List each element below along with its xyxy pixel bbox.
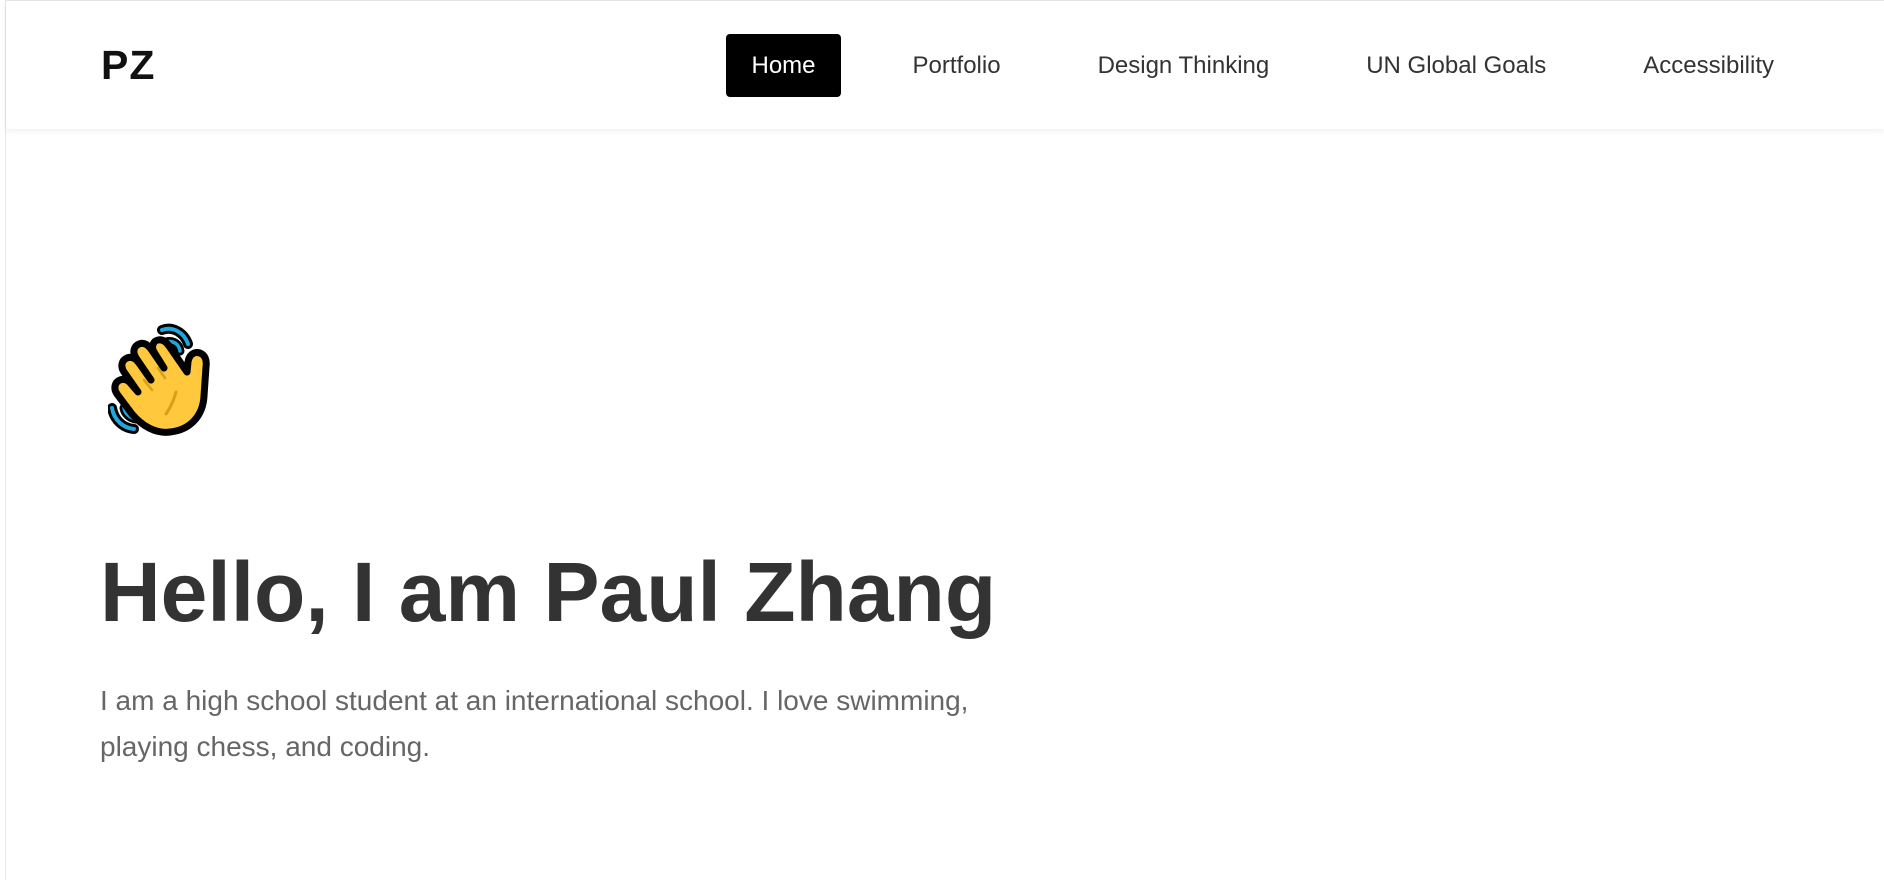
window-left-border (5, 0, 6, 880)
nav-un-global-goals-link[interactable]: UN Global Goals (1341, 34, 1571, 97)
hero-title: Hello, I am Paul Zhang (100, 545, 997, 639)
nav-portfolio-link[interactable]: Portfolio (888, 34, 1026, 97)
top-navbar: PZ Home Portfolio Design Thinking UN Glo… (6, 1, 1884, 129)
portfolio-page: PZ Home Portfolio Design Thinking UN Glo… (0, 0, 1884, 880)
main-navigation: Home Portfolio Design Thinking UN Global… (726, 34, 1884, 97)
hero-description: I am a high school student at an interna… (100, 685, 969, 762)
nav-home-link[interactable]: Home (726, 34, 841, 97)
waving-hand-icon (108, 323, 210, 436)
nav-design-thinking-link[interactable]: Design Thinking (1073, 34, 1295, 97)
nav-accessibility-link[interactable]: Accessibility (1618, 34, 1799, 97)
site-logo[interactable]: PZ (101, 41, 155, 89)
